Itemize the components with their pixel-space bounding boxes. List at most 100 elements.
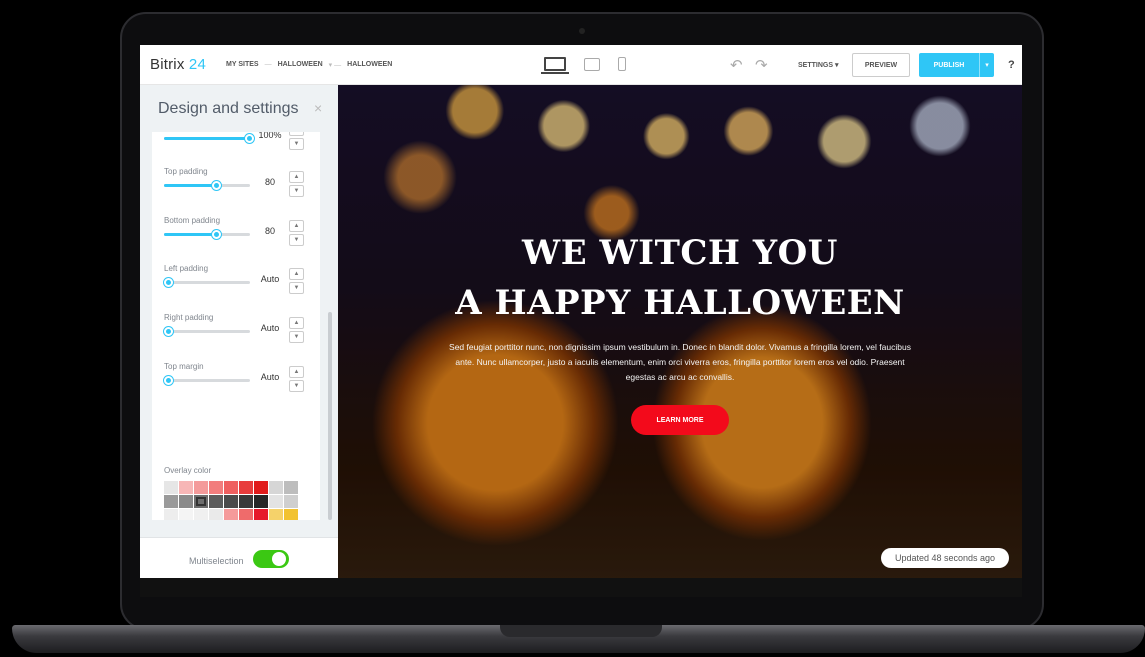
help-icon[interactable]: ? xyxy=(1008,59,1015,71)
hero-title-line2: A HAPPY HALLOWEEN xyxy=(455,283,905,323)
halloween-hero: WE WITCH YOU A HAPPY HALLOWEEN Sed feugi… xyxy=(338,85,1022,597)
setting-value[interactable]: Auto xyxy=(256,274,284,284)
chevron-down-icon[interactable]: ▼ xyxy=(289,185,304,197)
breadcrumb-my-sites[interactable]: MY SITES xyxy=(226,61,259,68)
color-swatch[interactable] xyxy=(164,495,178,508)
color-swatch[interactable] xyxy=(239,509,253,520)
logo: Bitrix 24 xyxy=(150,56,207,73)
chevron-down-icon[interactable]: ▼ xyxy=(289,234,304,246)
toggle-knob xyxy=(272,552,286,566)
multiselection-toggle[interactable] xyxy=(253,550,289,568)
slider-knob[interactable] xyxy=(212,181,222,190)
panel-scrollbar[interactable] xyxy=(328,312,332,520)
color-swatch[interactable] xyxy=(284,495,298,508)
multiselection-label: Multiselection xyxy=(189,556,244,566)
color-swatch[interactable] xyxy=(194,509,208,520)
chevron-up-icon[interactable]: ▲ xyxy=(289,171,304,183)
mobile-icon[interactable] xyxy=(618,57,626,71)
color-swatch[interactable] xyxy=(239,481,253,494)
color-swatch[interactable] xyxy=(254,495,268,508)
color-swatch[interactable] xyxy=(179,509,193,520)
color-swatch[interactable] xyxy=(164,509,178,520)
color-swatch[interactable] xyxy=(254,509,268,520)
color-swatch[interactable] xyxy=(269,495,283,508)
chevron-up-icon[interactable]: ▲ xyxy=(289,220,304,232)
setting-value[interactable]: 80 xyxy=(256,226,284,236)
color-swatch[interactable] xyxy=(164,481,178,494)
slider-knob[interactable] xyxy=(164,278,173,287)
close-icon[interactable]: × xyxy=(314,100,322,116)
chevron-down-icon[interactable]: ▼ xyxy=(289,138,304,150)
panel-body: Overlay color 100%▲▼Top padding80▲▼Botto… xyxy=(152,132,320,520)
color-swatch[interactable] xyxy=(194,495,208,508)
tablet-icon[interactable] xyxy=(584,57,600,71)
color-swatch[interactable] xyxy=(224,495,238,508)
color-swatch-grid xyxy=(164,481,304,520)
setting-value[interactable]: 100% xyxy=(256,132,284,140)
undo-icon[interactable]: ↶ xyxy=(730,56,743,74)
setting-row: Top padding 80 ▲ ▼ xyxy=(164,167,314,207)
overlay-color-label: Overlay color xyxy=(164,466,212,475)
chevron-up-icon[interactable]: ▲ xyxy=(289,132,304,136)
color-swatch[interactable] xyxy=(209,509,223,520)
setting-value[interactable]: 80 xyxy=(256,177,284,187)
chevron-up-icon[interactable]: ▲ xyxy=(289,366,304,378)
color-swatch[interactable] xyxy=(284,481,298,494)
value-stepper: ▲▼ xyxy=(289,366,304,392)
setting-slider[interactable] xyxy=(164,181,250,190)
setting-slider[interactable] xyxy=(164,230,250,239)
slider-fill xyxy=(164,233,218,236)
color-swatch[interactable] xyxy=(254,481,268,494)
setting-slider[interactable] xyxy=(164,278,250,287)
value-stepper: ▲▼ xyxy=(289,132,304,150)
slider-knob[interactable] xyxy=(164,376,173,385)
publish-button[interactable]: PUBLISH xyxy=(919,53,979,77)
setting-slider[interactable] xyxy=(164,327,250,336)
chevron-down-icon[interactable]: ▼ xyxy=(289,331,304,343)
setting-slider[interactable] xyxy=(164,376,250,385)
setting-value[interactable]: Auto xyxy=(256,372,284,382)
color-swatch[interactable] xyxy=(194,481,208,494)
slider-fill xyxy=(164,184,218,187)
color-swatch[interactable] xyxy=(209,495,223,508)
publish-dropdown-icon[interactable]: ▾ xyxy=(979,53,994,77)
setting-slider[interactable] xyxy=(164,134,254,143)
setting-row: Left padding Auto ▲ ▼ xyxy=(164,264,314,304)
chevron-up-icon[interactable]: ▲ xyxy=(289,268,304,280)
setting-row: 100%▲▼ xyxy=(164,132,314,160)
chevron-down-icon[interactable]: ▼ xyxy=(289,282,304,294)
settings-menu[interactable]: SETTINGS ▾ xyxy=(798,61,838,69)
color-swatch[interactable] xyxy=(284,509,298,520)
slider-knob[interactable] xyxy=(164,327,173,336)
desktop-icon[interactable] xyxy=(541,57,569,74)
top-toolbar: Bitrix 24 MY SITES — HALLOWEEN ▾ — HALLO… xyxy=(140,45,1022,85)
camera xyxy=(579,28,585,34)
setting-row: Bottom padding 80 ▲ ▼ xyxy=(164,216,314,256)
chevron-down-icon[interactable]: ▼ xyxy=(289,380,304,392)
preview-button[interactable]: PREVIEW xyxy=(852,53,910,77)
color-swatch[interactable] xyxy=(179,481,193,494)
setting-value[interactable]: Auto xyxy=(256,323,284,333)
learn-more-button[interactable]: LEARN MORE xyxy=(631,405,729,435)
color-swatch[interactable] xyxy=(209,481,223,494)
color-swatch[interactable] xyxy=(224,509,238,520)
breadcrumb-separator: — xyxy=(264,61,272,68)
panel-title: Design and settings xyxy=(158,100,299,117)
slider-fill xyxy=(164,137,250,140)
breadcrumb-site[interactable]: HALLOWEEN xyxy=(278,61,323,68)
color-swatch[interactable] xyxy=(224,481,238,494)
slider-knob[interactable] xyxy=(245,134,254,143)
app-window: Bitrix 24 MY SITES — HALLOWEEN ▾ — HALLO… xyxy=(140,45,1022,597)
hero-body-text: Sed feugiat porttitor nunc, non dignissi… xyxy=(449,342,911,382)
chevron-up-icon[interactable]: ▲ xyxy=(289,317,304,329)
device-switcher xyxy=(541,57,626,74)
color-swatch[interactable] xyxy=(179,495,193,508)
color-swatch[interactable] xyxy=(269,509,283,520)
chevron-down-icon[interactable]: ▾ — xyxy=(329,61,341,69)
slider-knob[interactable] xyxy=(212,230,222,239)
redo-icon[interactable]: ↷ xyxy=(755,56,768,74)
color-swatch[interactable] xyxy=(269,481,283,494)
color-swatch[interactable] xyxy=(239,495,253,508)
breadcrumb-page[interactable]: HALLOWEEN xyxy=(347,61,392,68)
laptop-frame: Bitrix 24 MY SITES — HALLOWEEN ▾ — HALLO… xyxy=(0,0,1145,657)
